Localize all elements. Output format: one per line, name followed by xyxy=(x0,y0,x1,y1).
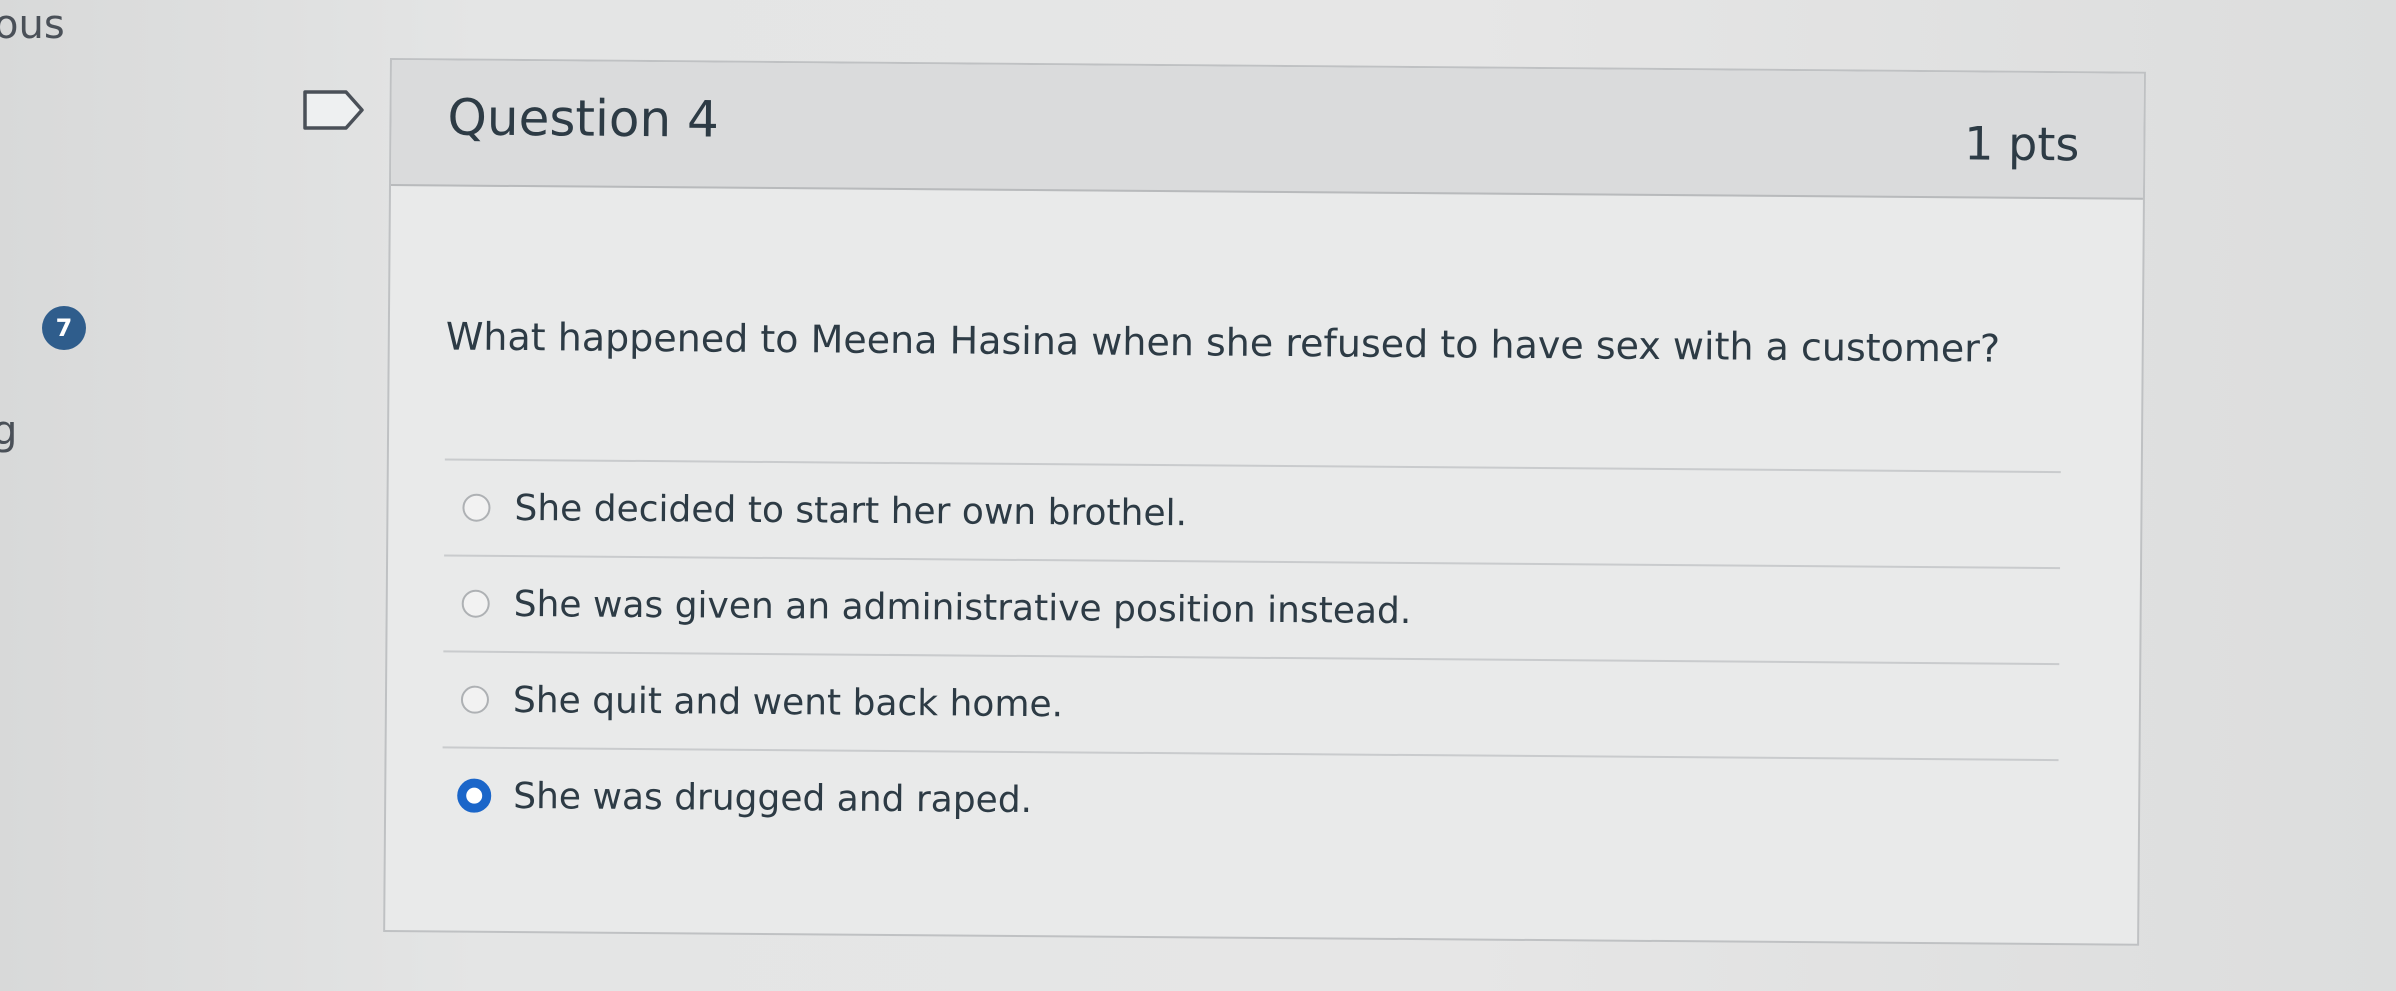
answer-option[interactable]: She was drugged and raped. xyxy=(441,746,2059,856)
flag-question-icon[interactable] xyxy=(302,88,366,132)
radio-button-unselected[interactable] xyxy=(461,589,490,618)
answer-list: She decided to start her own brothel. Sh… xyxy=(441,458,2061,856)
answer-option[interactable]: She quit and went back home. xyxy=(442,650,2060,760)
sidebar-partial-text-mid: g xyxy=(0,408,18,454)
question-number-badge[interactable]: 7 xyxy=(42,306,86,350)
answer-label[interactable]: She quit and went back home. xyxy=(513,679,1063,724)
sidebar-partial-text-top: ous xyxy=(0,2,65,48)
answer-option[interactable]: She was given an administrative position… xyxy=(443,554,2061,664)
question-header: Question 4 1 pts xyxy=(390,60,2144,200)
question-text: What happened to Meena Hasina when she r… xyxy=(445,314,2001,371)
answer-label[interactable]: She was drugged and raped. xyxy=(513,775,1032,820)
radio-button-unselected[interactable] xyxy=(460,685,490,714)
radio-button-selected[interactable] xyxy=(457,778,492,813)
question-title: Question 4 xyxy=(447,88,720,149)
answer-label[interactable]: She decided to start her own brothel. xyxy=(514,487,1187,533)
answer-label[interactable]: She was given an administrative position… xyxy=(514,583,1412,631)
question-points: 1 pts xyxy=(1964,116,2080,172)
radio-button-unselected[interactable] xyxy=(462,493,491,522)
answer-option[interactable]: She decided to start her own brothel. xyxy=(444,458,2061,568)
question-card: Question 4 1 pts What happened to Meena … xyxy=(383,58,2146,946)
